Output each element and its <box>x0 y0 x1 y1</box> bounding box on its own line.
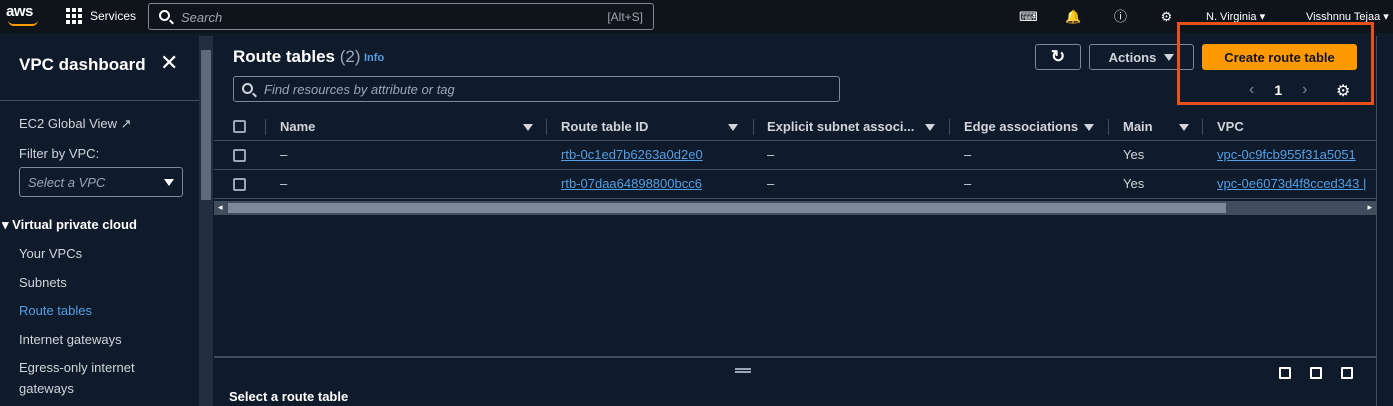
table-row[interactable]: – rtb-07daa64898800bcc6 – – Yes vpc-0e60… <box>214 170 1376 199</box>
sidebar: VPC dashboard ✕ EC2 Global View ↗ Filter… <box>0 38 199 406</box>
column-divider <box>753 119 754 135</box>
cell-edge-associations: – <box>964 147 972 162</box>
drag-handle-icon[interactable] <box>735 368 751 373</box>
table-row[interactable]: – rtb-0c1ed7b6263a0d2e0 – – Yes vpc-0c9f… <box>214 141 1376 170</box>
split-panel-title: Select a route table <box>229 389 349 404</box>
sidebar-item-egress-gateways[interactable]: gateways <box>19 381 74 396</box>
section-label: Virtual private cloud <box>12 217 137 232</box>
cell-vpc-link[interactable]: vpc-0e6073d4f8cced343 | <box>1217 176 1366 191</box>
sort-caret-icon[interactable] <box>925 124 935 131</box>
settings-gear-icon[interactable]: ⚙ <box>1158 8 1175 25</box>
column-header-route-table-id[interactable]: Route table ID <box>561 119 648 134</box>
split-panel: Select a route table <box>214 356 1376 406</box>
cell-name: – <box>280 176 288 191</box>
sidebar-item-route-tables[interactable]: Route tables <box>19 303 92 318</box>
row-checkbox[interactable] <box>233 178 246 191</box>
cell-route-table-id-link[interactable]: rtb-07daa64898800bcc6 <box>561 176 702 191</box>
vpc-filter-select[interactable]: Select a VPC <box>19 167 183 197</box>
sidebar-item-subnets[interactable]: Subnets <box>19 275 67 290</box>
column-divider <box>949 119 950 135</box>
chevron-down-icon <box>1164 53 1175 61</box>
cell-vpc-link[interactable]: vpc-0c9fcb955f31a5051 <box>1217 147 1356 162</box>
column-header-vpc[interactable]: VPC <box>1217 119 1244 134</box>
scrollbar-thumb[interactable] <box>228 203 1226 213</box>
external-link-icon: ↗ <box>120 116 132 131</box>
column-header-edge-associations[interactable]: Edge associations <box>964 119 1078 134</box>
route-table-count: (2) <box>339 47 361 66</box>
cell-route-table-id-link[interactable]: rtb-0c1ed7b6263a0d2e0 <box>561 147 703 162</box>
route-tables-table: Name Route table ID Explicit subnet asso… <box>214 113 1376 199</box>
global-search-input[interactable]: Search [Alt+S] <box>148 3 654 30</box>
ec2-global-view-label: EC2 Global View <box>19 116 118 131</box>
grid-icon <box>66 8 82 24</box>
page-title: Route tables (2) <box>233 47 361 67</box>
search-shortcut: [Alt+S] <box>607 10 643 24</box>
table-header: Name Route table ID Explicit subnet asso… <box>214 113 1376 141</box>
column-divider <box>1108 119 1109 135</box>
cell-main: Yes <box>1123 176 1145 191</box>
services-menu-button[interactable]: Services <box>66 8 136 24</box>
select-all-checkbox[interactable] <box>233 120 246 133</box>
aws-logo-text: aws <box>6 3 33 20</box>
panel-close-icon[interactable] <box>1341 367 1353 379</box>
sidebar-title: VPC dashboard <box>19 55 146 74</box>
cell-explicit-subnet: – <box>767 176 775 191</box>
panel-side-icon[interactable] <box>1310 367 1322 379</box>
column-header-main[interactable]: Main <box>1123 119 1153 134</box>
scroll-left-icon[interactable]: ◂ <box>218 202 223 213</box>
aws-logo[interactable]: aws <box>6 3 42 29</box>
scrollbar-thumb[interactable] <box>201 50 211 200</box>
refresh-button[interactable]: ↻ <box>1035 44 1081 70</box>
column-header-explicit-subnet[interactable]: Explicit subnet associ... <box>767 119 914 134</box>
notifications-bell-icon[interactable]: 🔔 <box>1065 8 1082 25</box>
close-sidebar-icon[interactable]: ✕ <box>160 52 178 74</box>
sidebar-scrollbar[interactable] <box>199 36 213 406</box>
page-title-text: Route tables <box>233 47 336 66</box>
filter-placeholder: Find resources by attribute or tag <box>264 82 455 97</box>
column-header-name[interactable]: Name <box>280 119 315 134</box>
info-link[interactable]: Info <box>364 52 384 64</box>
search-icon <box>242 83 253 94</box>
column-divider <box>546 119 547 135</box>
column-divider <box>265 119 266 135</box>
annotation-highlight-box <box>1177 22 1374 105</box>
cell-name: – <box>280 147 288 162</box>
search-icon <box>159 10 170 21</box>
ec2-global-view-link[interactable]: EC2 Global View ↗ <box>19 116 132 132</box>
vpc-filter-placeholder: Select a VPC <box>28 175 106 190</box>
help-icon[interactable]: ⓘ <box>1112 8 1129 25</box>
sidebar-item-internet-gateways[interactable]: Internet gateways <box>19 332 122 347</box>
panel-bottom-icon[interactable] <box>1279 367 1291 379</box>
resource-filter-input[interactable]: Find resources by attribute or tag <box>233 76 840 102</box>
sidebar-item-egress-only-internet[interactable]: Egress-only internet <box>19 360 135 375</box>
right-tool-strip <box>1376 36 1393 406</box>
services-label: Services <box>90 9 137 23</box>
cell-main: Yes <box>1123 147 1145 162</box>
sort-caret-icon[interactable] <box>1084 124 1094 131</box>
sidebar-divider <box>0 100 199 101</box>
filter-by-vpc-label: Filter by VPC: <box>19 146 100 161</box>
sidebar-item-your-vpcs[interactable]: Your VPCs <box>19 246 82 261</box>
scroll-right-icon[interactable]: ▸ <box>1367 202 1372 213</box>
sidebar-section-virtual-private-cloud[interactable]: ▾ Virtual private cloud <box>2 217 137 233</box>
cell-edge-associations: – <box>964 176 972 191</box>
sort-caret-icon[interactable] <box>1179 124 1189 131</box>
sort-caret-icon[interactable] <box>523 124 533 131</box>
table-horizontal-scrollbar[interactable]: ◂ ▸ <box>214 201 1376 215</box>
sort-caret-icon[interactable] <box>728 124 738 131</box>
actions-label: Actions <box>1108 49 1157 65</box>
column-divider <box>1202 119 1203 135</box>
row-checkbox[interactable] <box>233 149 246 162</box>
aws-smile-icon <box>8 20 38 26</box>
chevron-down-icon <box>164 179 174 186</box>
search-placeholder: Search <box>181 10 223 25</box>
cell-explicit-subnet: – <box>767 147 775 162</box>
refresh-icon: ↻ <box>1050 47 1066 66</box>
cloudshell-icon[interactable]: ⌨ <box>1019 8 1038 25</box>
